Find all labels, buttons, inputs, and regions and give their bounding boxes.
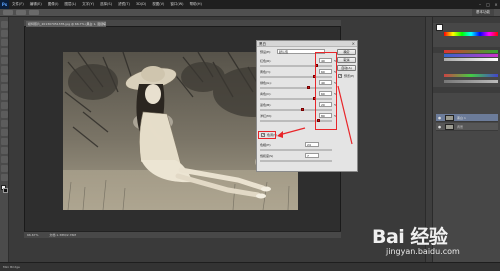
quick-select-tool-icon[interactable]: [1, 48, 8, 55]
auto-button[interactable]: 自动(A): [337, 65, 356, 71]
magenta-label: 洋红(M):: [260, 114, 272, 118]
green-slider-handle[interactable]: [307, 86, 310, 89]
pen-tool-icon[interactable]: [1, 138, 8, 145]
eye-icon[interactable]: ●: [438, 123, 441, 131]
menu-file[interactable]: 文件(F): [9, 0, 27, 9]
menu-bar: Ps 文件(F) 编辑(E) 图像(I) 图层(L) 文字(Y) 选择(S) 滤…: [0, 0, 500, 9]
layer-name: 黑白 1: [457, 116, 466, 120]
menu-select[interactable]: 选择(S): [97, 0, 115, 9]
type-tool-icon[interactable]: [1, 147, 8, 154]
red-label: 红色(R):: [260, 59, 272, 63]
menu-image[interactable]: 图像(I): [45, 0, 62, 9]
options-bar: 基本功能: [0, 9, 500, 17]
menu-edit[interactable]: 编辑(E): [27, 0, 45, 9]
option-icon[interactable]: [29, 10, 39, 15]
blue-slider-handle[interactable]: [301, 108, 304, 111]
minimize-button[interactable]: –: [476, 0, 484, 9]
color-panel-tab[interactable]: [433, 17, 500, 23]
crop-tool-icon[interactable]: [1, 57, 8, 64]
window-controls: – □ ×: [476, 0, 500, 9]
close-icon[interactable]: ×: [352, 41, 355, 47]
highlight-box-values: [315, 52, 337, 130]
swatch-row[interactable]: [444, 54, 498, 57]
menu-type[interactable]: 文字(Y): [79, 0, 97, 9]
layer-thumbnail: [445, 115, 454, 121]
saturation-value-input[interactable]: 7: [305, 153, 319, 158]
ok-button[interactable]: 确定: [337, 49, 356, 55]
eraser-tool-icon[interactable]: [1, 111, 8, 118]
close-button[interactable]: ×: [492, 0, 500, 9]
menu-3d[interactable]: 3D(D): [133, 0, 149, 9]
preview-label: 预览(P): [344, 74, 355, 78]
swatch-row[interactable]: [444, 50, 498, 53]
move-tool-icon[interactable]: [1, 21, 8, 28]
maximize-button[interactable]: □: [484, 0, 492, 9]
history-brush-tool-icon[interactable]: [1, 102, 8, 109]
menu-filter[interactable]: 滤镜(T): [115, 0, 133, 9]
layer-row[interactable]: ● 黑白 1: [436, 114, 498, 122]
cyan-label: 青色(C):: [260, 92, 272, 96]
layer-thumbnail: [445, 124, 454, 130]
foreground-color-swatch[interactable]: [436, 24, 443, 31]
baidu-watermark: Bai 经验 jingyan.baidu.com: [372, 222, 497, 268]
red-arrow-icon: [337, 85, 353, 145]
color-spectrum-bar[interactable]: [444, 32, 498, 36]
adjustment-icons-row[interactable]: [444, 80, 498, 83]
eye-icon[interactable]: ●: [438, 114, 441, 122]
hue-value-input[interactable]: 24: [305, 142, 319, 147]
document-size: 文档:1.38M/2.76M: [49, 233, 76, 237]
eyedropper-tool-icon[interactable]: [1, 66, 8, 73]
saturation-slider[interactable]: [260, 160, 332, 162]
swatch-row[interactable]: [444, 58, 498, 61]
photoshop-window: Ps 文件(F) 编辑(E) 图像(I) 图层(L) 文字(Y) 选择(S) 滤…: [0, 0, 500, 271]
green-label: 绿色(G):: [260, 81, 272, 85]
menu-layer[interactable]: 图层(L): [61, 0, 79, 9]
menu-view[interactable]: 视图(V): [149, 0, 167, 9]
menu-window[interactable]: 窗口(W): [167, 0, 186, 9]
option-icon[interactable]: [16, 10, 26, 15]
document-tab[interactable]: 模特照片_201307051335.jpg @ 66.7% (黑白 1, 图层蒙…: [26, 21, 106, 27]
healing-tool-icon[interactable]: [1, 75, 8, 82]
brush-tool-icon[interactable]: [1, 84, 8, 91]
tools-panel: [0, 17, 9, 262]
watermark-url: jingyan.baidu.com: [386, 247, 460, 256]
workspace-switcher[interactable]: 基本功能: [472, 9, 494, 16]
close-icon[interactable]: ×: [102, 21, 105, 27]
menu-help[interactable]: 帮助(H): [187, 0, 205, 9]
red-arrow-icon: [277, 127, 306, 138]
hand-tool-icon[interactable]: [1, 174, 8, 181]
document-tab-bar: 模特照片_201307051335.jpg @ 66.7% (黑白 1, 图层蒙…: [24, 20, 341, 27]
dodge-tool-icon[interactable]: [1, 129, 8, 136]
ps-logo: Ps: [0, 0, 9, 9]
path-select-tool-icon[interactable]: [1, 156, 8, 163]
layer-row[interactable]: ● 背景: [436, 123, 498, 131]
preview-checkbox[interactable]: ✓: [338, 74, 342, 78]
layer-name: 背景: [457, 125, 464, 129]
zoom-level[interactable]: 66.67%: [27, 233, 38, 237]
yellow-label: 黄色(Y):: [260, 70, 272, 74]
hue-label: 色相(H): [260, 143, 271, 147]
dialog-title: 黑白: [257, 41, 357, 47]
hue-slider[interactable]: [260, 149, 332, 151]
tool-preset-icon[interactable]: [3, 10, 13, 15]
cancel-button[interactable]: 取消: [337, 57, 356, 63]
adjustment-icons-row[interactable]: [444, 74, 498, 77]
stamp-tool-icon[interactable]: [1, 93, 8, 100]
watermark-brand: Bai 经验: [372, 226, 448, 248]
gradient-tool-icon[interactable]: [1, 120, 8, 127]
document-status-bar: 66.67% 文档:1.38M/2.76M: [24, 231, 341, 238]
preset-label: 预设(E):: [260, 50, 272, 54]
highlight-box-tint: [258, 131, 276, 139]
background-color-swatch[interactable]: [3, 188, 8, 193]
marquee-tool-icon[interactable]: [1, 30, 8, 37]
shape-tool-icon[interactable]: [1, 165, 8, 172]
lasso-tool-icon[interactable]: [1, 39, 8, 46]
saturation-label: 饱和度(S): [260, 154, 274, 158]
blue-label: 蓝色(B):: [260, 103, 272, 107]
layers-panel-tab[interactable]: [433, 87, 500, 93]
